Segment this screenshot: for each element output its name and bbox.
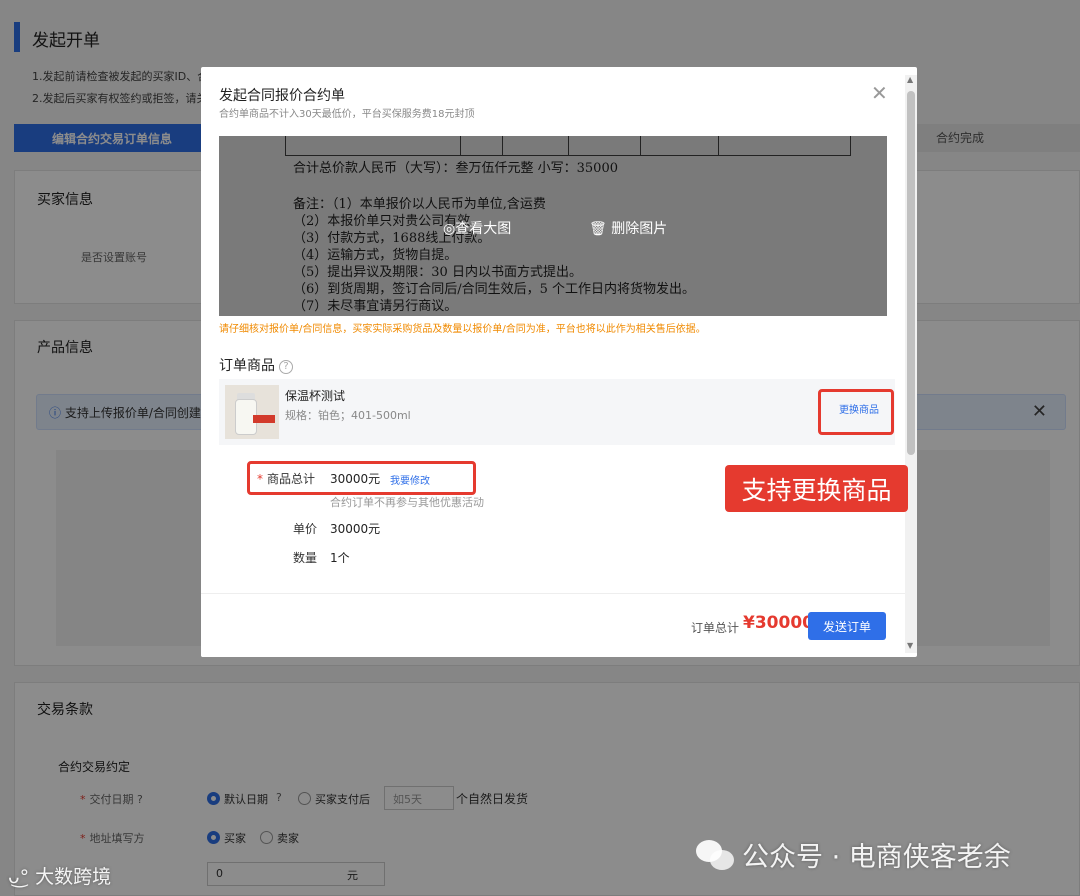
unit-price-label: 单价 <box>293 522 318 536</box>
close-icon[interactable]: ✕ <box>871 81 888 105</box>
wechat-icon <box>696 840 734 870</box>
trash-icon: 🗑 <box>589 221 607 237</box>
delete-image-button[interactable]: 🗑 删除图片 <box>589 218 667 238</box>
modal-title: 发起合同报价合约单 <box>219 88 345 104</box>
product-thumbnail <box>225 385 279 439</box>
modal-footer: 订单总计 ¥30000 发送订单 <box>201 593 905 657</box>
product-spec: 规格：铂色；401-500ml <box>285 409 411 422</box>
quantity-value: 1个 <box>330 551 350 565</box>
unit-price-value: 30000元 <box>330 522 381 536</box>
document-table-lines <box>285 136 851 156</box>
promo-hint: 合约订单不再参与其他优惠活动 <box>330 496 484 509</box>
quantity-label: 数量 <box>293 551 318 565</box>
send-order-button[interactable]: 发送订单 <box>808 612 886 640</box>
modal-scrollbar[interactable]: ▲ ▼ <box>905 75 917 653</box>
create-contract-modal: 发起合同报价合约单 合约单商品不计入30天最低价，平台买保服务费18元封顶 ✕ … <box>201 67 917 657</box>
help-icon[interactable]: ? <box>279 360 293 374</box>
watermark-right: 公众号 · 电商侠客老余 <box>696 835 1011 874</box>
annotation-callout: 支持更换商品 <box>725 465 908 512</box>
scroll-down-icon[interactable]: ▼ <box>907 641 913 650</box>
eye-icon: ◎ <box>443 221 456 237</box>
highlight-change-product <box>818 389 894 435</box>
verification-warning: 请仔细核对报价单/合同信息，买家实际采购货品及数量以报价单/合同为准，平台也将以… <box>219 324 706 335</box>
document-line: （7）未尽事宜请另行商议。 <box>293 299 458 314</box>
uploaded-quote-image[interactable]: 合计总价款人民币（大写）：叁万伍仟元整 小写：35000 备注：（1）本单报价以… <box>219 136 887 316</box>
highlight-goods-total <box>247 461 476 495</box>
order-goods-title: 订单商品? <box>219 355 293 375</box>
order-total-label: 订单总计 <box>691 621 740 635</box>
document-line: 合计总价款人民币（大写）：叁万伍仟元整 小写：35000 <box>293 161 618 176</box>
scroll-thumb[interactable] <box>907 91 915 455</box>
product-name: 保温杯测试 <box>285 389 346 403</box>
modal-subtitle: 合约单商品不计入30天最低价，平台买保服务费18元封顶 <box>219 109 475 120</box>
order-product-row: 保温杯测试 规格：铂色；401-500ml 更换商品 <box>219 379 895 445</box>
watermark-left: ᴗ͜° 大数跨境 <box>8 866 112 888</box>
scroll-up-icon[interactable]: ▲ <box>907 75 913 84</box>
view-large-image-button[interactable]: ◎查看大图 <box>443 218 511 238</box>
logo-icon: ᴗ͜° <box>8 866 30 888</box>
order-total-value: ¥30000 <box>743 613 814 633</box>
